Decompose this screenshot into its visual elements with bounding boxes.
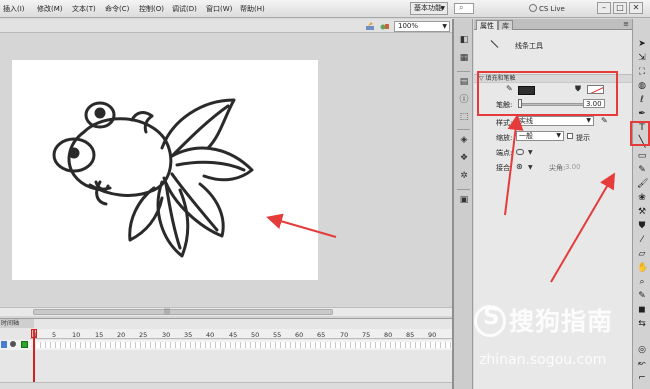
sogou-logo-letter: S [483, 304, 500, 330]
watermark-brand: 搜狗指南 [509, 307, 614, 336]
arrow-to-drawing [266, 213, 337, 238]
arrow-to-stroke-settings [504, 114, 524, 216]
arrow-to-line-tool [550, 172, 616, 283]
watermark-url: zhinan.sogou.com [479, 352, 607, 368]
